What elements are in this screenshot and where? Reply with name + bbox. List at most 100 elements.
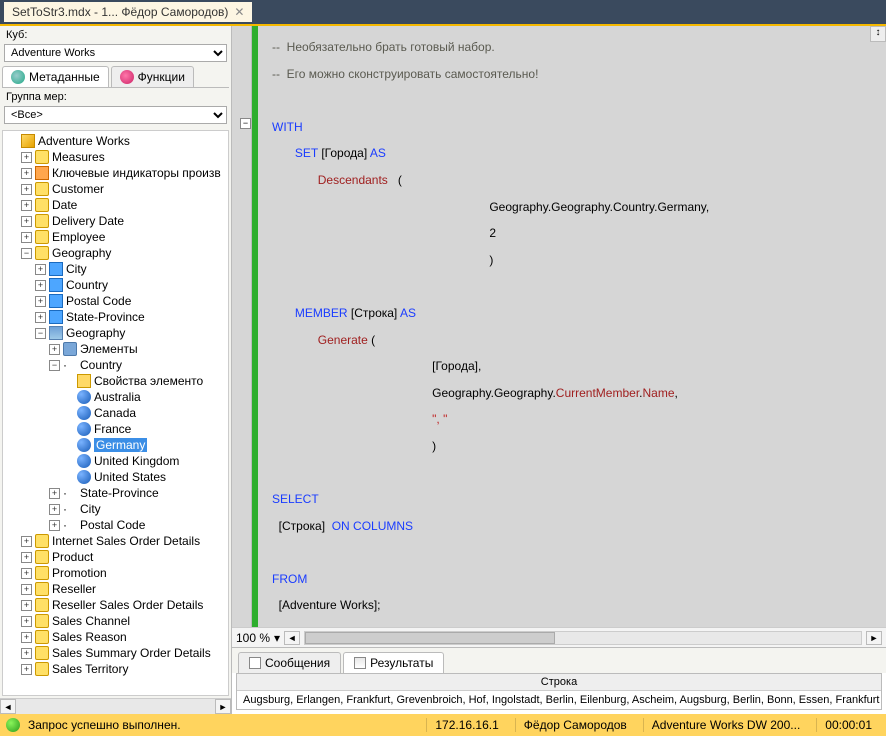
expander-icon[interactable]: +: [21, 552, 32, 563]
hscroll-left-icon[interactable]: ◄: [284, 631, 300, 645]
expander-icon[interactable]: +: [35, 280, 46, 291]
file-tab[interactable]: SetToStr3.mdx - 1... Фёдор Самородов) ✕: [4, 2, 252, 22]
expander-icon[interactable]: +: [35, 264, 46, 275]
expander-icon[interactable]: +: [21, 584, 32, 595]
tab-messages[interactable]: Сообщения: [238, 652, 341, 673]
result-row[interactable]: Augsburg, Erlangen, Frankfurt, Grevenbro…: [237, 691, 881, 709]
tree-node[interactable]: +Internet Sales Order Details: [5, 533, 226, 549]
tree-node[interactable]: Australia: [5, 389, 226, 405]
expander-icon[interactable]: +: [21, 216, 32, 227]
tree-node[interactable]: United States: [5, 469, 226, 485]
expander-icon[interactable]: +: [49, 520, 60, 531]
tree-node[interactable]: +Customer: [5, 181, 226, 197]
tree-node[interactable]: +Элементы: [5, 341, 226, 357]
expander-icon[interactable]: [63, 376, 74, 387]
tree-node[interactable]: +Promotion: [5, 565, 226, 581]
tree-node[interactable]: + Sales Channel: [5, 613, 226, 629]
cube-select[interactable]: Adventure Works: [4, 44, 227, 62]
expander-icon[interactable]: [63, 472, 74, 483]
tree-node[interactable]: −Geography: [5, 245, 226, 261]
hscroll-thumb[interactable]: [305, 632, 555, 644]
tree-node[interactable]: +Ключевые индикаторы произв: [5, 165, 226, 181]
expander-icon[interactable]: +: [49, 488, 60, 499]
expander-icon[interactable]: +: [49, 344, 60, 355]
tree-node[interactable]: +Sales Reason: [5, 629, 226, 645]
result-column-header[interactable]: Строка: [237, 674, 881, 691]
expander-icon[interactable]: +: [21, 152, 32, 163]
expander-icon[interactable]: +: [21, 648, 32, 659]
tree-node[interactable]: Adventure Works: [5, 133, 226, 149]
measure-group-select[interactable]: <Все>: [4, 106, 227, 124]
tree-node[interactable]: France: [5, 421, 226, 437]
tree-node[interactable]: −Geography: [5, 325, 226, 341]
tree-node[interactable]: +Date: [5, 197, 226, 213]
tree-node[interactable]: +Sales Territory: [5, 661, 226, 677]
dim-icon: [35, 598, 49, 612]
tree-node[interactable]: +Postal Code: [5, 293, 226, 309]
expander-icon[interactable]: +: [21, 600, 32, 611]
tree-node[interactable]: +Sales Summary Order Details: [5, 645, 226, 661]
dim-icon: [35, 230, 49, 244]
dim-icon: [35, 182, 49, 196]
expander-icon[interactable]: −: [21, 248, 32, 259]
tree-node[interactable]: +City: [5, 261, 226, 277]
expander-icon[interactable]: [63, 408, 74, 419]
expander-icon[interactable]: +: [21, 184, 32, 195]
tree-node[interactable]: +·State-Province: [5, 485, 226, 501]
expander-icon[interactable]: −: [49, 360, 60, 371]
tree-node[interactable]: Germany: [5, 437, 226, 453]
expander-icon[interactable]: +: [35, 312, 46, 323]
expander-icon[interactable]: +: [21, 168, 32, 179]
tree-node[interactable]: +Delivery Date: [5, 213, 226, 229]
tree-node[interactable]: +Country: [5, 277, 226, 293]
tree-node[interactable]: +Reseller Sales Order Details: [5, 597, 226, 613]
expander-icon[interactable]: +: [21, 632, 32, 643]
expander-icon[interactable]: [63, 440, 74, 451]
hscroll-track[interactable]: [304, 631, 862, 645]
expander-icon[interactable]: [63, 456, 74, 467]
code-editor[interactable]: − -- Необязательно брать готовый набор. …: [232, 26, 886, 627]
tree-node[interactable]: +Reseller: [5, 581, 226, 597]
tree-node-label: Sales Channel: [52, 614, 130, 628]
scroll-left-icon[interactable]: ◄: [0, 699, 16, 714]
tree-node[interactable]: +Employee: [5, 229, 226, 245]
tree-node[interactable]: Canada: [5, 405, 226, 421]
expander-icon[interactable]: +: [49, 504, 60, 515]
tree-node[interactable]: +State-Province: [5, 309, 226, 325]
scroll-right-icon[interactable]: ►: [215, 699, 231, 714]
expander-icon[interactable]: +: [21, 616, 32, 627]
sidebar-hscroll[interactable]: ◄ ►: [0, 698, 231, 714]
expander-icon[interactable]: +: [21, 232, 32, 243]
expander-icon[interactable]: +: [35, 296, 46, 307]
hscroll-right-icon[interactable]: ►: [866, 631, 882, 645]
dim-icon: [35, 566, 49, 580]
expander-icon[interactable]: −: [35, 328, 46, 339]
expander-icon[interactable]: [7, 136, 18, 147]
result-grid[interactable]: Строка Augsburg, Erlangen, Frankfurt, Gr…: [236, 673, 882, 710]
expander-icon[interactable]: +: [21, 568, 32, 579]
metadata-tree[interactable]: Adventure Works+Measures+Ключевые индика…: [2, 130, 229, 696]
expander-icon[interactable]: [63, 424, 74, 435]
expander-icon[interactable]: [63, 392, 74, 403]
tree-node[interactable]: +·Postal Code: [5, 517, 226, 533]
ball-icon: [77, 454, 91, 468]
tab-functions[interactable]: Функции: [111, 66, 194, 87]
expander-icon[interactable]: +: [21, 200, 32, 211]
solids-icon: [63, 342, 77, 356]
tab-results[interactable]: Результаты: [343, 652, 444, 673]
tree-node[interactable]: −·Country: [5, 357, 226, 373]
zoom-dropdown-icon[interactable]: ▾: [274, 631, 280, 645]
tree-node[interactable]: +·City: [5, 501, 226, 517]
expander-icon[interactable]: +: [21, 536, 32, 547]
tab-metadata[interactable]: Метаданные: [2, 66, 109, 87]
file-tab-label: SetToStr3.mdx - 1... Фёдор Самородов): [12, 5, 228, 19]
tree-node[interactable]: Свойства элементо: [5, 373, 226, 389]
scroll-icon[interactable]: ↕: [870, 26, 886, 42]
tree-node[interactable]: +Product: [5, 549, 226, 565]
close-icon[interactable]: ✕: [234, 5, 244, 19]
code-content[interactable]: -- Необязательно брать готовый набор. --…: [258, 26, 886, 627]
expander-icon[interactable]: +: [21, 664, 32, 675]
tree-node[interactable]: +Measures: [5, 149, 226, 165]
tree-node[interactable]: United Kingdom: [5, 453, 226, 469]
fold-icon[interactable]: −: [240, 118, 251, 129]
